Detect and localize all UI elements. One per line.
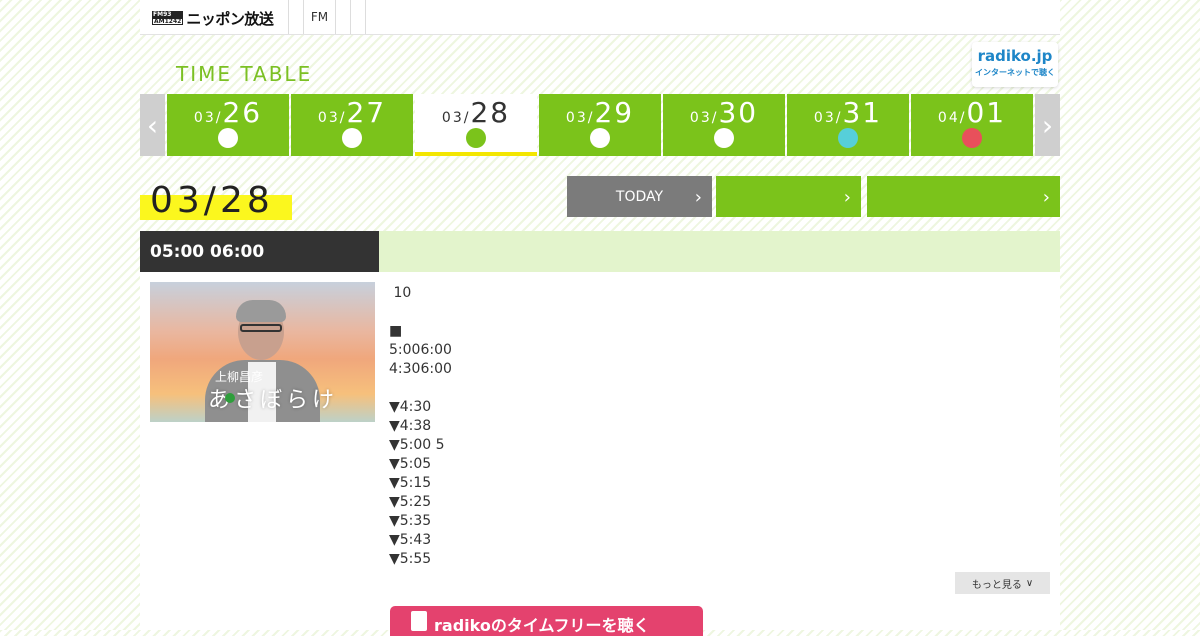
description-line: 4:306:00 (389, 361, 452, 377)
date-label: 03/30 (689, 96, 759, 129)
nav-button[interactable]: › (716, 176, 861, 217)
description-line: ▼5:00 5 (389, 437, 445, 453)
date-tab[interactable]: 04/01 (911, 94, 1033, 156)
chevron-right-icon: › (694, 187, 702, 208)
description-line: ▼5:43 (389, 532, 432, 548)
program-content: 上柳昌彦 あさぼらけ 10 ■ 5:006:00 4:306:00 ▼4:30 … (140, 272, 1060, 636)
description-line: ▼4:30 (389, 399, 432, 415)
description-line: 5:006:00 (389, 342, 452, 358)
today-label: TODAY (615, 188, 664, 205)
date-label: 03/26 (193, 96, 263, 129)
chevron-down-icon: ∨ (1025, 577, 1034, 589)
date-label: 03/28 (441, 96, 511, 129)
weekday-dot-icon (466, 128, 486, 148)
radiko-banner-subtitle: インターネットで聴く (975, 68, 1055, 77)
chevron-right-icon: › (1042, 187, 1050, 208)
chevron-left-icon: ‹ (146, 108, 159, 142)
date-label: 03/31 (813, 96, 883, 129)
date-tab-active[interactable]: 03/28 (415, 94, 537, 156)
sunday-dot-icon (962, 128, 982, 148)
site-header: FM93 AM1242 ニッポン放送 FM (140, 0, 1060, 35)
date-label: 03/27 (317, 96, 387, 129)
date-strip: ‹ 03/26 03/27 03/28 03/29 03/30 03/31 04… (140, 94, 1060, 156)
radiko-banner-title: radiko.jp (977, 47, 1053, 65)
nav-button[interactable]: › (867, 176, 1060, 217)
description-line: ▼5:05 (389, 456, 432, 472)
radiko-icon (411, 611, 427, 631)
nav-fm[interactable]: FM (303, 0, 336, 34)
chevron-right-icon: › (843, 187, 851, 208)
date-tab[interactable]: 03/26 (167, 94, 289, 156)
description-line: ▼5:25 (389, 494, 432, 510)
date-label: 03/29 (565, 96, 635, 129)
description-line: ▼5:35 (389, 513, 432, 529)
program-title-bar[interactable] (379, 231, 1060, 272)
date-label: 04/01 (937, 96, 1007, 129)
nav-item-empty[interactable] (335, 0, 351, 34)
frequency-badge: FM93 AM1242 (152, 11, 184, 25)
description-line: 10 (389, 285, 412, 301)
today-button[interactable]: TODAY › (567, 176, 712, 217)
program-time: 05:00 06:00 (140, 231, 379, 272)
chevron-right-icon: › (1041, 108, 1054, 142)
program-thumbnail[interactable]: 上柳昌彦 あさぼらけ (150, 282, 375, 422)
weekday-dot-icon (714, 128, 734, 148)
glasses-icon (240, 324, 282, 332)
leaf-dot-icon (225, 393, 235, 403)
weekday-dot-icon (590, 128, 610, 148)
description-line (389, 379, 452, 398)
prev-week-button[interactable]: ‹ (140, 94, 165, 156)
radiko-banner[interactable]: radiko.jp インターネットで聴く (972, 42, 1058, 87)
saturday-dot-icon (838, 128, 858, 148)
show-more-button[interactable]: もっと見る ∨ (955, 572, 1050, 594)
date-tab[interactable]: 03/30 (663, 94, 785, 156)
description-line (389, 303, 452, 322)
date-tab[interactable]: 03/27 (291, 94, 413, 156)
timetable-title: TIME TABLE (176, 62, 313, 86)
description-line: ■ (389, 323, 403, 339)
page: FM93 AM1242 ニッポン放送 FM radiko.jp インターネットで… (140, 0, 1060, 636)
show-more-label: もっと見る (971, 579, 1022, 591)
selected-date: 03/28 (150, 180, 274, 221)
program-description: 10 ■ 5:006:00 4:306:00 ▼4:30 ▼4:38 ▼5:00… (389, 284, 452, 569)
weekday-dot-icon (342, 128, 362, 148)
station-logo[interactable]: FM93 AM1242 ニッポン放送 (152, 9, 274, 28)
host-photo-hair (236, 300, 286, 322)
weekday-dot-icon (218, 128, 238, 148)
description-line: ▼4:38 (389, 418, 432, 434)
radiko-timefree-label: radikoのタイムフリーを聴く (434, 616, 650, 635)
date-tab[interactable]: 03/29 (539, 94, 661, 156)
fm-frequency: FM93 (152, 11, 184, 18)
description-line: ▼5:55 (389, 551, 432, 567)
date-tab[interactable]: 03/31 (787, 94, 909, 156)
description-line: ▼5:15 (389, 475, 432, 491)
station-name: ニッポン放送 (186, 9, 274, 28)
next-week-button[interactable]: › (1035, 94, 1060, 156)
am-frequency: AM1242 (152, 18, 184, 25)
header-divider (365, 0, 366, 34)
radiko-timefree-button[interactable]: radikoのタイムフリーを聴く (390, 606, 703, 636)
header-divider (288, 0, 289, 34)
